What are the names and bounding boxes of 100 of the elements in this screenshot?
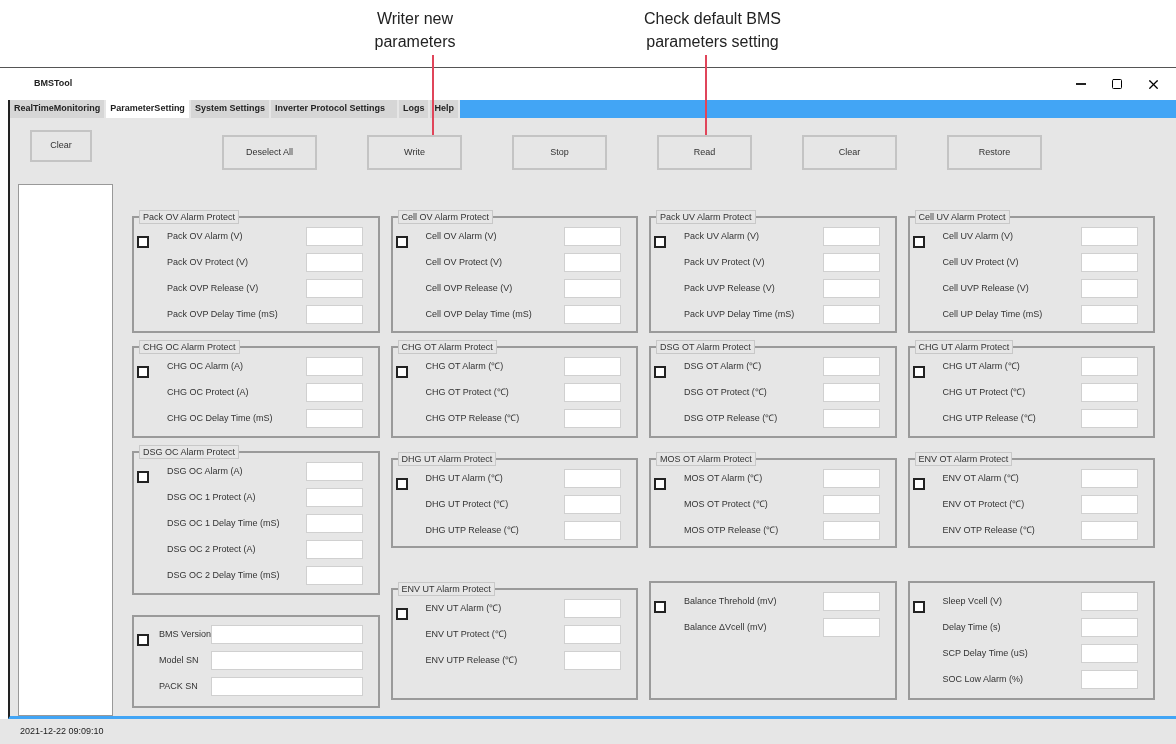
checkbox[interactable] — [654, 366, 666, 378]
input-field[interactable] — [305, 279, 363, 298]
tab[interactable]: Inverter Protocol Settings — [270, 100, 397, 118]
input-field[interactable] — [305, 462, 363, 481]
tab[interactable]: Logs — [398, 100, 429, 118]
input-field[interactable] — [822, 305, 880, 324]
clear-button[interactable]: Clear — [30, 130, 92, 162]
input-field[interactable] — [822, 357, 880, 376]
checkbox[interactable] — [137, 236, 149, 248]
input-field[interactable] — [564, 383, 621, 402]
checkbox[interactable] — [137, 471, 149, 483]
input-field[interactable] — [305, 488, 363, 507]
input-field[interactable] — [564, 625, 621, 644]
input-field[interactable] — [564, 521, 621, 540]
field-label: Cell OV Protect (V) — [424, 255, 503, 269]
checkbox[interactable] — [912, 478, 925, 490]
field-label: ENV UTP Release (℃) — [424, 653, 518, 667]
toolbar-button[interactable]: Clear — [802, 135, 897, 170]
input-field[interactable] — [211, 625, 363, 644]
tab[interactable]: System Settings — [190, 100, 269, 118]
input-field[interactable] — [305, 227, 363, 246]
input-field[interactable] — [1081, 383, 1138, 402]
input-field[interactable] — [1081, 305, 1138, 324]
checkbox[interactable] — [654, 236, 666, 248]
input-field[interactable] — [305, 357, 363, 376]
input-field[interactable] — [1081, 253, 1138, 272]
input-field[interactable] — [822, 618, 880, 637]
group-title: DHG UT Alarm Protect — [397, 452, 497, 466]
checkbox[interactable] — [654, 478, 666, 490]
input-field[interactable] — [305, 540, 363, 559]
input-field[interactable] — [305, 305, 363, 324]
annotation-text: Check default BMS parameters setting — [643, 9, 782, 52]
group-title: DSG OT Alarm Protect — [656, 340, 755, 354]
input-field[interactable] — [1081, 592, 1138, 611]
input-field[interactable] — [564, 409, 621, 428]
input-field[interactable] — [564, 599, 621, 618]
field-label: SCP Delay Time (uS) — [941, 646, 1028, 660]
input-field[interactable] — [1081, 644, 1138, 663]
field-label: ENV OTP Release (℃) — [941, 523, 1035, 537]
input-field[interactable] — [305, 514, 363, 533]
checkbox[interactable] — [912, 236, 925, 248]
input-field[interactable] — [564, 253, 621, 272]
input-field[interactable] — [305, 566, 363, 585]
input-field[interactable] — [1081, 670, 1138, 689]
checkbox[interactable] — [912, 601, 925, 613]
input-field[interactable] — [822, 409, 880, 428]
checkbox[interactable] — [654, 601, 666, 613]
toolbar-button[interactable]: Write — [367, 135, 462, 170]
checkbox[interactable] — [912, 366, 925, 378]
input-field[interactable] — [822, 521, 880, 540]
field-label: Cell UP Delay Time (mS) — [941, 307, 1043, 321]
input-field[interactable] — [1081, 409, 1138, 428]
input-field[interactable] — [822, 469, 880, 488]
field-label: Balance Threhold (mV) — [683, 594, 777, 608]
field-label: SOC Low Alarm (%) — [941, 672, 1024, 686]
input-field[interactable] — [1081, 469, 1138, 488]
checkbox[interactable] — [137, 634, 149, 646]
input-field[interactable] — [564, 305, 621, 324]
input-field[interactable] — [822, 592, 880, 611]
field-label: DHG UT Alarm (℃) — [424, 471, 503, 485]
input-field[interactable] — [1081, 279, 1138, 298]
input-field[interactable] — [305, 409, 363, 428]
input-field[interactable] — [1081, 521, 1138, 540]
toolbar-button[interactable]: Read — [657, 135, 752, 170]
input-field[interactable] — [211, 651, 363, 670]
checkbox[interactable] — [137, 366, 149, 378]
input-field[interactable] — [564, 357, 621, 376]
tab[interactable]: Help — [430, 100, 458, 118]
input-field[interactable] — [822, 227, 880, 246]
toolbar-button[interactable]: Deselect All — [222, 135, 317, 170]
input-field[interactable] — [211, 677, 363, 696]
input-field[interactable] — [822, 279, 880, 298]
field-label: Pack OV Alarm (V) — [166, 229, 243, 243]
checkbox[interactable] — [395, 478, 408, 490]
input-field[interactable] — [822, 383, 880, 402]
tab[interactable]: RealTimeMonitoring — [10, 100, 105, 118]
tab[interactable]: ParameterSetting — [106, 100, 189, 118]
input-field[interactable] — [1081, 618, 1138, 637]
input-field[interactable] — [1081, 357, 1138, 376]
input-field[interactable] — [564, 227, 621, 246]
list-box[interactable] — [18, 184, 113, 716]
input-field[interactable] — [1081, 227, 1138, 246]
checkbox[interactable] — [395, 366, 408, 378]
input-field[interactable] — [564, 495, 621, 514]
checkbox[interactable] — [395, 608, 408, 620]
input-field[interactable] — [564, 651, 621, 670]
field-label: DHG UTP Release (℃) — [424, 523, 519, 537]
toolbar-button[interactable]: Stop — [512, 135, 607, 170]
input-field[interactable] — [305, 383, 363, 402]
toolbar-button[interactable]: Restore — [947, 135, 1042, 170]
input-field[interactable] — [822, 253, 880, 272]
input-field[interactable] — [1081, 495, 1138, 514]
field-label: Cell OV Alarm (V) — [424, 229, 497, 243]
checkbox[interactable] — [395, 236, 408, 248]
input-field[interactable] — [305, 253, 363, 272]
input-field[interactable] — [822, 495, 880, 514]
field-label: DSG OC 1 Delay Time (mS) — [166, 516, 280, 530]
group-title: Pack UV Alarm Protect — [656, 210, 756, 224]
input-field[interactable] — [564, 279, 621, 298]
input-field[interactable] — [564, 469, 621, 488]
